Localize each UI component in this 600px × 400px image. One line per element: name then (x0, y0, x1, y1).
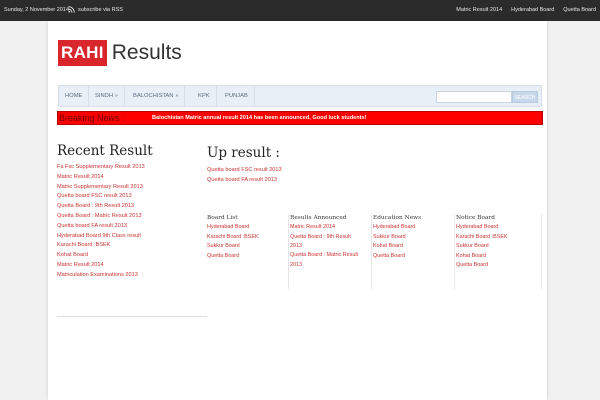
recent-result-link[interactable]: Quetta board FA result 2013 (57, 222, 207, 232)
announced-link[interactable]: Matric Result 2014 (290, 223, 371, 233)
recent-result-list: Fa Fsc Supplementary Result 2013 Matric … (57, 163, 207, 281)
site-logo[interactable]: RAHI Results (58, 40, 182, 66)
divider (57, 316, 207, 317)
education-news-link[interactable]: Kohat Board (373, 242, 454, 252)
logo-brand: RAHI (58, 40, 107, 66)
nav-item-label: HOME (65, 93, 83, 99)
recent-result-link[interactable]: Karachi Board :BSEK (57, 241, 207, 251)
education-news-link[interactable]: Quetta Board (373, 252, 454, 262)
notice-link[interactable]: Sukkur Board (456, 242, 541, 252)
nav-item-label: SINDH (95, 93, 114, 99)
board-list-column: Board List Hyderabad Board Karachi Board… (207, 214, 289, 289)
nav-item-home[interactable]: HOME (59, 86, 90, 106)
notice-link[interactable]: Kohat Board (456, 252, 541, 262)
recent-result-link[interactable]: Quetta board FSC result 2013 (57, 192, 207, 202)
top-nav: Matric Result 2014 Hyderabad Board Quett… (456, 7, 596, 13)
breaking-news-message[interactable]: Balochistan Matric annual result 2014 ha… (152, 112, 366, 124)
up-result-list: Quetta board FSC result 2013 Quetta boar… (207, 166, 542, 186)
up-result-title: Up result : (207, 145, 280, 161)
boards-section: Board List Hyderabad Board Karachi Board… (207, 214, 542, 289)
recent-result-link[interactable]: Kohat Board (57, 251, 207, 261)
board-link[interactable]: Hyderabad Board (207, 223, 288, 233)
board-link[interactable]: Sukkur Board (207, 242, 288, 252)
nav-item-sindh[interactable]: SINDH» (89, 86, 125, 106)
nav-item-punjab[interactable]: PUNJAB (219, 86, 255, 106)
recent-result-link[interactable]: Quetta Board : 9th Result 2013 (57, 202, 207, 212)
education-news-link[interactable]: Hyderabad Board (373, 223, 454, 233)
breaking-news-bar: Breaking News : Balochistan Matric annua… (57, 111, 543, 125)
chevron-down-icon: » (175, 93, 179, 99)
recent-result-section: Recent Result Fa Fsc Supplementary Resul… (57, 143, 207, 281)
top-bar: Sunday, 2 November 2014 subscribe via RS… (0, 0, 600, 21)
education-news-column: Education News Hyderabad Board Sukkur Bo… (373, 214, 455, 289)
up-result-link[interactable]: Quetta board FSC result 2013 (207, 166, 542, 176)
search-button[interactable]: SEARCH (512, 91, 538, 103)
notice-link[interactable]: Karachi Board :BSEK (456, 233, 541, 243)
notice-link[interactable]: Quetta Board (456, 261, 541, 271)
results-announced-column: Results Announced Matric Result 2014 Que… (290, 214, 372, 289)
main-nav: HOME SINDH» BALOCHISTAN» KPK PUNJAB SEAR… (58, 85, 542, 107)
logo-suffix: Results (111, 41, 182, 64)
recent-result-link[interactable]: Quetta Board : Matric Result 2013 (57, 212, 207, 222)
notice-board-heading: Notice Board (456, 215, 495, 221)
nav-item-label: PUNJAB (225, 93, 248, 99)
nav-item-label: BALOCHISTAN (133, 93, 174, 99)
notice-link[interactable]: Hyderabad Board (456, 223, 541, 233)
announced-link[interactable]: Quetta Board : Matric Result 2013 (290, 251, 362, 270)
nav-item-balochistan[interactable]: BALOCHISTAN» (127, 86, 186, 106)
results-announced-heading: Results Announced (290, 215, 347, 221)
recent-result-link[interactable]: Matric Result 2014 (57, 261, 207, 271)
top-nav-link-hyderabad-board[interactable]: Hyderabad Board (511, 7, 554, 13)
search-input[interactable] (436, 91, 512, 103)
top-nav-link-quetta-board[interactable]: Quetta Board (563, 7, 596, 13)
current-date: Sunday, 2 November 2014 (4, 7, 70, 13)
breaking-news-label: Breaking News : (59, 113, 125, 123)
recent-result-title: Recent Result (57, 143, 153, 159)
education-news-heading: Education News (373, 215, 422, 221)
board-link[interactable]: Quetta Board (207, 252, 288, 262)
recent-result-link[interactable]: Matric Result 2014 (57, 173, 207, 183)
education-news-link[interactable]: Sukkur Board (373, 233, 454, 243)
rss-label: subscribe via RSS (78, 7, 123, 13)
rss-icon (68, 6, 75, 13)
recent-result-link[interactable]: Fa Fsc Supplementary Result 2013 (57, 163, 207, 173)
up-result-link[interactable]: Quetta board FA result 2013 (207, 176, 542, 186)
announced-link[interactable]: Quetta Board : 9th Result 2013 (290, 233, 362, 252)
chevron-down-icon: » (115, 93, 118, 99)
notice-board-column: Notice Board Hyderabad Board Karachi Boa… (456, 214, 542, 289)
nav-item-kpk[interactable]: KPK (192, 86, 217, 106)
recent-result-link[interactable]: Hyderabad Board 9th Class result (57, 232, 207, 242)
nav-item-label: KPK (198, 93, 210, 99)
up-result-section: Up result : Quetta board FSC result 2013… (207, 145, 542, 186)
recent-result-link[interactable]: Matriculation Examinations 2013 (57, 271, 207, 281)
board-link[interactable]: Karachi Board :BSEK (207, 233, 288, 243)
recent-result-link[interactable]: Matric Supplementary Result 2013 (57, 183, 207, 193)
page-container: RAHI Results HOME SINDH» BALOCHISTAN» KP… (48, 21, 547, 400)
rss-subscribe-link[interactable]: subscribe via RSS (68, 6, 123, 13)
board-list-heading: Board List (207, 215, 238, 221)
top-nav-link-matric-result[interactable]: Matric Result 2014 (456, 7, 502, 13)
